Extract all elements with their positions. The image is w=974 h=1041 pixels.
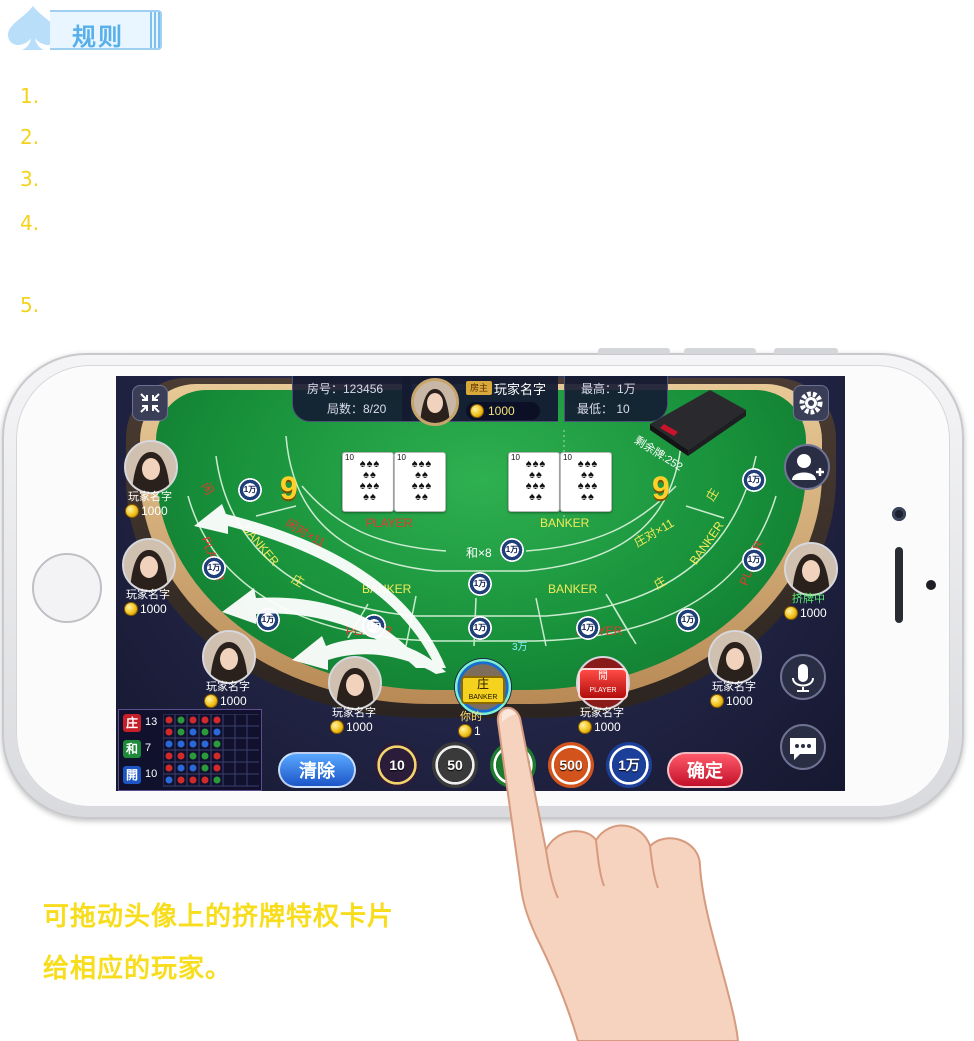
avatar: [786, 544, 836, 594]
player-privilege-card[interactable]: 閒 PLAYER: [578, 668, 628, 700]
seat-name-1: 玩家名字: [128, 491, 172, 503]
rule-number-3: 3.: [20, 167, 40, 191]
seat-avatar-7[interactable]: [708, 630, 762, 684]
front-camera: [892, 507, 906, 521]
coin-icon: [458, 724, 472, 738]
my-seat-coins: 1: [474, 724, 481, 738]
volume-button: [598, 348, 670, 354]
rule-number-5: 5.: [20, 293, 40, 317]
invite-friend-button[interactable]: [784, 444, 830, 490]
history-tie-count: 7: [145, 742, 152, 754]
coin-icon: [784, 606, 798, 620]
add-friend-icon: [792, 454, 824, 480]
squeezing-status: 挤牌中: [792, 593, 825, 605]
rule-number-2: 2.: [20, 125, 40, 149]
history-player-label: 開: [123, 766, 141, 784]
pointing-hand-icon: [496, 707, 740, 1041]
rules-title: 规则: [72, 24, 124, 51]
caption-line-2: 给相应的玩家。: [43, 954, 233, 984]
seat-name-2: 玩家名字: [126, 589, 170, 601]
microphone-icon: [792, 664, 814, 692]
seat-coins-2: 1000: [140, 602, 167, 616]
avatar: [204, 632, 254, 682]
player-card-bottom: PLAYER: [589, 687, 617, 694]
coin-icon: [125, 504, 139, 518]
clear-bets-button[interactable]: 清除: [278, 752, 356, 788]
home-button[interactable]: [32, 553, 102, 623]
seat-name-4: 玩家名字: [332, 707, 376, 719]
seat-coins-4: 1000: [346, 720, 373, 734]
chat-button[interactable]: [780, 724, 826, 770]
result-history-board[interactable]: 庄 13 和 7 開 10: [118, 709, 262, 791]
seat-coins-3: 1000: [220, 694, 247, 708]
seat-coins-1: 1000: [141, 504, 168, 518]
seat-avatar-8[interactable]: [784, 542, 838, 596]
squeeze-card-top: 庄: [476, 677, 489, 691]
chip-50-button[interactable]: 50: [432, 742, 478, 788]
coin-icon: [124, 602, 138, 616]
history-tie-label: 和: [123, 740, 141, 758]
volume-button: [684, 348, 756, 354]
chat-bubble-icon: [790, 738, 816, 760]
rule-number-1: 1.: [20, 84, 40, 108]
caption-line-1: 可拖动头像上的挤牌特权卡片: [43, 902, 395, 932]
seat-name-7: 玩家名字: [712, 681, 756, 693]
player-card-top: 閒: [598, 671, 608, 682]
chip-10-button[interactable]: 10: [374, 742, 420, 788]
seat-avatar-4[interactable]: [328, 656, 382, 710]
avatar: [710, 632, 760, 682]
history-banker-label: 庄: [123, 714, 141, 732]
seat-avatar-3[interactable]: [202, 630, 256, 684]
avatar: [330, 658, 380, 708]
coin-icon: [330, 720, 344, 734]
rule-number-4: 4.: [20, 211, 40, 235]
seat-avatar-1[interactable]: [124, 440, 178, 494]
history-grid: [163, 714, 259, 787]
avatar: [124, 540, 174, 590]
coin-icon: [204, 694, 218, 708]
history-player-count: 10: [145, 768, 158, 780]
power-button: [774, 348, 838, 354]
seat-coins-8: 1000: [800, 606, 827, 620]
earpiece-speaker: [895, 547, 903, 623]
seat-name-3: 玩家名字: [206, 681, 250, 693]
rules-header: 规则: [4, 4, 164, 54]
voice-button[interactable]: [780, 654, 826, 700]
my-seat-name: 你的: [460, 711, 482, 723]
avatar: [126, 442, 176, 492]
seat-avatar-2[interactable]: [122, 538, 176, 592]
history-banker-count: 13: [145, 716, 158, 728]
rules-tag: 规则: [50, 10, 162, 51]
proximity-sensor: [926, 580, 936, 590]
